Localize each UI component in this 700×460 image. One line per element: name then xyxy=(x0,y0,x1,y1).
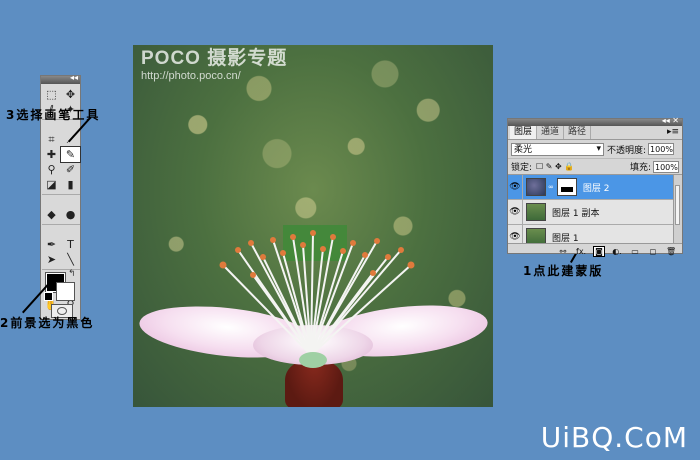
annotation-step1: 1点此建蒙版 xyxy=(523,264,604,278)
lock-label: 锁定: xyxy=(511,163,533,173)
gradient-icon[interactable]: ▮ xyxy=(61,177,80,192)
tab-channels[interactable]: 通道 xyxy=(537,126,565,139)
opacity-field[interactable]: 100% xyxy=(648,143,675,155)
layer-list: 👁 ∞ 图层 2 👁 图层 1 副本 👁 图层 1 xyxy=(508,174,682,243)
layer-style-icon[interactable]: fx. xyxy=(576,247,586,256)
adjustment-layer-icon[interactable]: ◐. xyxy=(612,247,622,256)
layer-thumbnail xyxy=(526,203,546,221)
brush-icon[interactable]: ✎ xyxy=(60,146,81,163)
background-color-swatch[interactable] xyxy=(56,282,75,301)
collapse-icon[interactable]: ◂◂ xyxy=(70,73,78,82)
line-icon[interactable]: ╲ xyxy=(61,252,80,267)
blend-mode-select[interactable]: 柔光 xyxy=(511,142,604,156)
new-layer-icon[interactable]: ◻ xyxy=(648,247,658,256)
layer-mask-thumbnail[interactable] xyxy=(556,178,577,196)
layer-name: 图层 1 xyxy=(552,233,579,244)
layer-row-layer1[interactable]: 👁 图层 1 xyxy=(508,225,682,243)
default-colors-icon[interactable] xyxy=(44,292,53,301)
scrollbar-thumb[interactable] xyxy=(675,185,680,225)
pen-icon[interactable]: ✒ xyxy=(42,237,61,252)
tool-separator xyxy=(42,194,80,198)
lock-icons[interactable]: ☐ ✎ ✥ 🔒 xyxy=(536,162,574,171)
mask-link-icon[interactable]: ∞ xyxy=(548,183,554,191)
fill-field[interactable]: 100% xyxy=(653,160,679,173)
marquee-icon[interactable]: ⬚ xyxy=(42,87,61,102)
site-logo: UiBQ.CoM xyxy=(540,421,688,454)
tab-paths[interactable]: 路径 xyxy=(564,126,592,139)
type-icon[interactable]: T xyxy=(61,237,80,252)
panel-menu-icon[interactable]: ▸≡ xyxy=(667,126,679,139)
layers-panel-tabs: 图层 通道 路径 ▸≡ xyxy=(508,126,682,140)
visibility-eye-icon[interactable]: 👁 xyxy=(508,200,523,224)
new-group-icon[interactable]: ▭ xyxy=(630,247,640,256)
layer-thumbnail xyxy=(526,228,546,243)
layers-scrollbar[interactable] xyxy=(673,175,682,243)
clone-stamp-icon[interactable]: ⚲ xyxy=(42,162,61,177)
color-swatches: ↰ xyxy=(44,269,78,303)
fill-label: 填充: xyxy=(629,163,651,173)
annotation-step2: 2前景选为黑色 xyxy=(0,316,95,330)
canvas-image[interactable]: POCO 摄影专题 http://photo.poco.cn/ xyxy=(133,45,493,407)
layer-row-layer1-copy[interactable]: 👁 图层 1 副本 xyxy=(508,200,682,225)
blend-row: 柔光 不透明度: 100% xyxy=(508,140,682,158)
visibility-eye-icon[interactable]: 👁 xyxy=(508,225,523,243)
dodge-icon[interactable]: ● xyxy=(61,207,80,222)
visibility-eye-icon[interactable]: 👁 xyxy=(508,175,523,199)
crop-icon[interactable]: ⌗ xyxy=(42,132,61,147)
tool-separator xyxy=(42,224,80,228)
blur-icon[interactable]: ◆ xyxy=(42,207,61,222)
stamens xyxy=(219,230,415,368)
layer-thumbnail xyxy=(526,178,546,196)
move-icon[interactable]: ✥ xyxy=(61,87,80,102)
tab-layers[interactable]: 图层 xyxy=(510,126,538,139)
layers-bottom-toolbar: ⚯ fx. ◙ ◐. ▭ ◻ 🗑 xyxy=(508,243,682,258)
delete-layer-icon[interactable]: 🗑 xyxy=(666,247,676,256)
swap-colors-icon[interactable]: ↰ xyxy=(68,269,76,279)
add-mask-icon[interactable]: ◙ xyxy=(593,245,605,257)
panel-controls-icon[interactable]: ◂◂ ✕ xyxy=(662,116,679,125)
layer-row-layer2[interactable]: 👁 ∞ 图层 2 xyxy=(508,175,682,200)
path-selection-icon[interactable]: ➤ xyxy=(42,252,61,267)
layers-panel-titlebar[interactable]: ◂◂ ✕ xyxy=(508,116,682,126)
link-layers-icon[interactable]: ⚯ xyxy=(558,247,568,256)
healing-brush-icon[interactable]: ✚ xyxy=(42,147,61,162)
layers-panel: ◂◂ ✕ 图层 通道 路径 ▸≡ 柔光 不透明度: 100% 锁定: ☐ ✎ ✥… xyxy=(507,116,683,257)
layer-name: 图层 2 xyxy=(582,183,610,194)
tools-panel-titlebar[interactable]: ◂◂ xyxy=(41,73,80,84)
opacity-label: 不透明度: xyxy=(607,145,647,156)
layer-name: 图层 1 副本 xyxy=(552,208,600,219)
history-brush-icon[interactable]: ✐ xyxy=(61,162,80,177)
eraser-icon[interactable]: ◪ xyxy=(42,177,61,192)
lock-row: 锁定: ☐ ✎ ✥ 🔒 填充: 100% xyxy=(508,158,682,174)
